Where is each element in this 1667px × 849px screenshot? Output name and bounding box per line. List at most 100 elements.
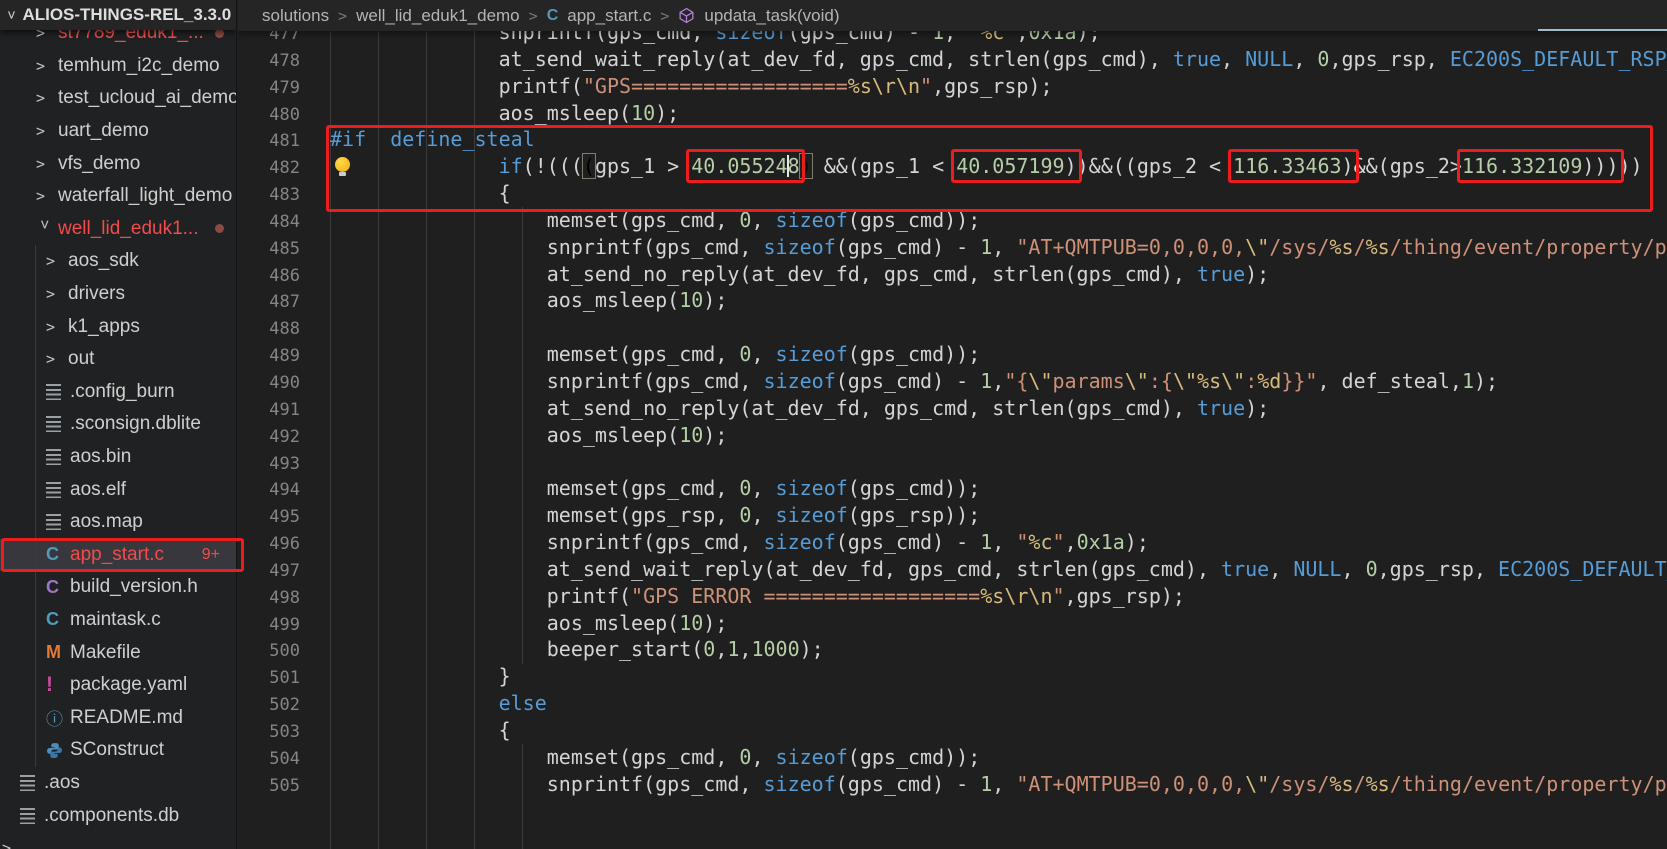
code-token: sizeof xyxy=(775,342,848,367)
code-line-498[interactable]: 498 printf("GPS ERROR ==================… xyxy=(238,583,1667,610)
code-line-504[interactable]: 504 memset(gps_cmd, 0, sizeof(gps_cmd)); xyxy=(238,744,1667,771)
code-line-text: snprintf(gps_cmd, sizeof(gps_cmd) - 1, "… xyxy=(330,530,1149,554)
code-line-489[interactable]: 489 memset(gps_cmd, 0, sizeof(gps_cmd)); xyxy=(238,341,1667,368)
tree-item-partial[interactable]: > xyxy=(0,832,236,849)
tree-item-well_lid_eduk1...[interactable]: > well_lid_eduk1... xyxy=(0,213,236,246)
code-token: (gps_cmd)); xyxy=(847,342,981,367)
tree-item-Makefile[interactable]: M Makefile xyxy=(0,636,236,669)
tree-item-out[interactable]: > out xyxy=(0,342,236,376)
breadcrumb-item[interactable]: well_lid_eduk1_demo xyxy=(356,6,520,26)
code-token: 1 xyxy=(980,368,993,393)
code-line-text: snprintf(gps_cmd, sizeof(gps_cmd) - 1,"{… xyxy=(330,369,1498,393)
tree-item-drivers[interactable]: > drivers xyxy=(0,277,236,311)
code-token: aos_msleep( xyxy=(330,610,680,635)
code-token: ); xyxy=(655,100,680,125)
code-line-text: else xyxy=(330,691,547,715)
line-number: 492 xyxy=(269,426,300,447)
code-line-478[interactable]: 478 at_send_wait_reply(at_dev_fd, gps_cm… xyxy=(238,46,1667,73)
code-token: 116.332109 xyxy=(1461,154,1583,179)
code-line-481[interactable]: 481 #if define_steal xyxy=(238,126,1667,153)
code-line-text: aos_msleep(10); xyxy=(330,100,680,125)
code-line-480[interactable]: 480 aos_msleep(10); xyxy=(238,100,1667,127)
tree-item-maintask.c[interactable]: Cmaintask.c xyxy=(0,603,236,637)
code-line-483[interactable]: 483 { xyxy=(238,180,1667,207)
tree-item-vfs_demo[interactable]: > vfs_demo xyxy=(0,147,236,180)
tree-item-k1_apps[interactable]: > k1_apps xyxy=(0,310,236,343)
code-token: snprintf(gps_cmd, xyxy=(330,530,764,555)
explorer-root-header[interactable]: > ALIOS-THINGS-REL_3.3.0 xyxy=(0,0,236,30)
code-line-505[interactable]: 505 snprintf(gps_cmd, sizeof(gps_cmd) - … xyxy=(238,771,1667,798)
line-number: 497 xyxy=(269,560,300,581)
code-token: ); xyxy=(1245,261,1270,286)
chevron-right-icon: > xyxy=(36,187,46,206)
tree-item-aos_sdk[interactable]: > aos_sdk xyxy=(0,245,236,278)
tree-item-waterfall_light_demo[interactable]: > waterfall_light_demo xyxy=(0,180,236,213)
tree-item-uart_demo[interactable]: > uart_demo xyxy=(0,115,236,148)
tree-item-build_version.h[interactable]: Cbuild_version.h xyxy=(0,571,236,604)
code-line-490[interactable]: 490 snprintf(gps_cmd, sizeof(gps_cmd) - … xyxy=(238,368,1667,395)
code-line-501[interactable]: 501 } xyxy=(238,663,1667,690)
line-number: 502 xyxy=(269,695,300,716)
code-line-485[interactable]: 485 snprintf(gps_cmd, sizeof(gps_cmd) - … xyxy=(238,234,1667,261)
breadcrumb-item[interactable]: solutions xyxy=(262,6,329,26)
code-token: 0 xyxy=(739,342,752,367)
code-line-500[interactable]: 500 beeper_start(0,1,1000); xyxy=(238,636,1667,663)
tree-item-aos.elf[interactable]: aos.elf xyxy=(0,473,236,506)
c-blue-icon: C xyxy=(46,609,59,630)
line-number: 486 xyxy=(269,265,300,286)
code-token: 40.05524 xyxy=(691,154,788,179)
code-line-479[interactable]: 479 printf("GPS==================%s\r\n"… xyxy=(238,73,1667,100)
tree-item-package.yaml[interactable]: ! package.yaml xyxy=(0,668,236,702)
code-line-482[interactable]: 482 if(!((((gps_1 > 40.055248) &&(gps_1 … xyxy=(238,153,1667,180)
code-line-487[interactable]: 487 aos_msleep(10); xyxy=(238,287,1667,314)
code-token: \" xyxy=(1245,771,1270,796)
tree-item-aos.bin[interactable]: aos.bin xyxy=(0,440,236,474)
tree-item-app_start.c[interactable]: Capp_start.c 9+ xyxy=(0,538,236,572)
code-token: , xyxy=(715,637,728,662)
code-token: /sys/ xyxy=(1269,234,1330,259)
breadcrumb-item[interactable]: app_start.c xyxy=(567,6,651,26)
code-token: , xyxy=(1221,46,1246,71)
line-number: 500 xyxy=(269,641,300,662)
lightbulb-icon[interactable] xyxy=(335,157,350,176)
breadcrumb: solutions > well_lid_eduk1_demo > Capp_start… xyxy=(238,0,1667,31)
breadcrumb-item[interactable]: updata_task(void) xyxy=(704,6,839,26)
tree-item-test_ucloud_ai_demo[interactable]: > test_ucloud_ai_demo xyxy=(0,82,236,115)
code-line-499[interactable]: 499 aos_msleep(10); xyxy=(238,610,1667,637)
code-line-495[interactable]: 495 memset(gps_rsp, 0, sizeof(gps_rsp)); xyxy=(238,502,1667,529)
code-line-494[interactable]: 494 memset(gps_cmd, 0, sizeof(gps_cmd)); xyxy=(238,475,1667,502)
code-line-484[interactable]: 484 memset(gps_cmd, 0, sizeof(gps_cmd)); xyxy=(238,207,1667,234)
code-line-503[interactable]: 503 { xyxy=(238,717,1667,744)
code-line-497[interactable]: 497 at_send_wait_reply(at_dev_fd, gps_cm… xyxy=(238,556,1667,583)
code-token: /thing/event/property/po xyxy=(1389,771,1667,796)
code-token: / xyxy=(1353,234,1366,259)
line-number: 484 xyxy=(269,211,300,232)
code-editor-pane: 477 snprintf(gps_cmd, sizeof(gps_cmd) - … xyxy=(238,0,1667,849)
tree-item-SConstruct[interactable]: SConstruct xyxy=(0,734,236,767)
code-line-488[interactable]: 488 xyxy=(238,314,1667,341)
tree-item-label: k1_apps xyxy=(68,315,140,337)
code-line-486[interactable]: 486 at_send_no_reply(at_dev_fd, gps_cmd,… xyxy=(238,261,1667,288)
tree-item-.config_burn[interactable]: .config_burn xyxy=(0,375,236,409)
code-line-492[interactable]: 492 aos_msleep(10); xyxy=(238,422,1667,449)
tree-item-.components.db[interactable]: .components.db xyxy=(0,799,236,832)
code-editor[interactable]: 477 snprintf(gps_cmd, sizeof(gps_cmd) - … xyxy=(238,19,1667,797)
code-line-493[interactable]: 493 xyxy=(238,449,1667,476)
tree-item-.sconsign.dblite[interactable]: .sconsign.dblite xyxy=(0,408,236,441)
tree-item-aos.map[interactable]: aos.map xyxy=(0,505,236,539)
code-token: )) xyxy=(1618,154,1643,179)
code-token: ) xyxy=(1064,154,1077,179)
tree-item-temhum_i2c_demo[interactable]: > temhum_i2c_demo xyxy=(0,50,236,83)
code-token: %s\r\n xyxy=(847,73,921,98)
chevron-down-icon: > xyxy=(36,219,54,229)
tree-item-.aos[interactable]: .aos xyxy=(0,767,236,800)
file-lines-icon xyxy=(46,383,70,400)
code-line-496[interactable]: 496 snprintf(gps_cmd, sizeof(gps_cmd) - … xyxy=(238,529,1667,556)
chevron-right-icon: > xyxy=(46,285,56,304)
tree-item-README.md[interactable]: ⓘ README.md xyxy=(0,701,236,734)
line-number: 496 xyxy=(269,534,300,555)
code-line-502[interactable]: 502 else xyxy=(238,690,1667,717)
code-line-491[interactable]: 491 at_send_no_reply(at_dev_fd, gps_cmd,… xyxy=(238,395,1667,422)
code-token: sizeof xyxy=(763,368,836,393)
code-token: , def_steal, xyxy=(1317,368,1462,393)
